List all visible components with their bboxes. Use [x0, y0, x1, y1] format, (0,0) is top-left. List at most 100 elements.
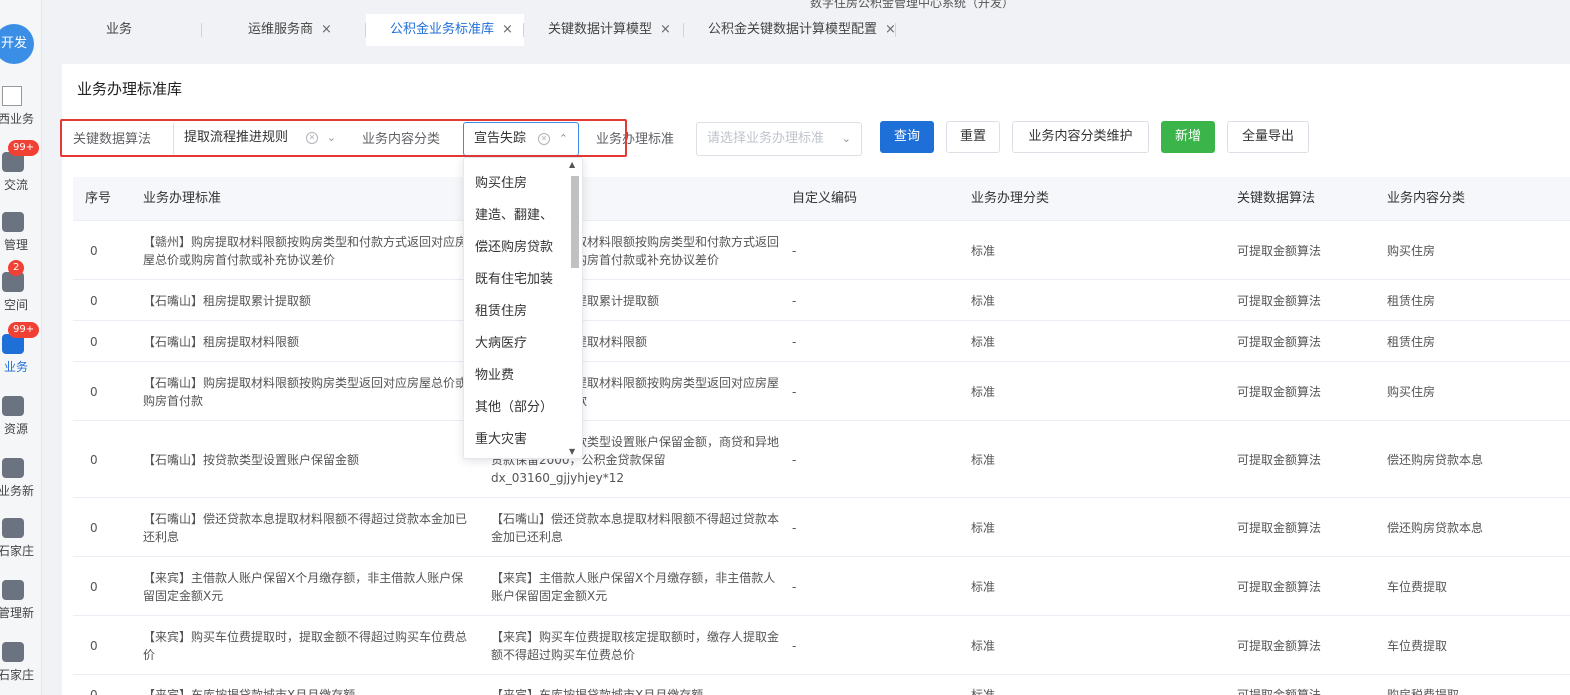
dropdown-option[interactable]: 建造、翻建、 [475, 204, 559, 223]
left-rail: 开发 西业务 交流 99+ 管理 空间 2 业务 99+ 资源 业务新 石家庄 管理新 石家庄 [0, 0, 42, 695]
chevron-down-icon: ⌄ [841, 132, 851, 145]
tab[interactable]: 业务 [42, 14, 202, 46]
table-row[interactable]: 0【石嘴山】租房提取累计提取额【石嘴山】租房提取累计提取额-标准可提取金额算法租… [73, 280, 1570, 321]
table-row[interactable]: 0 【赣州】购房提取材料限额按购房类型和付款方式返回对应房屋总价或购房首付款或补充… [73, 221, 1570, 280]
column-header[interactable]: 业务内容分类 [1387, 177, 1465, 221]
rail-item[interactable]: 资源 [0, 396, 40, 437]
app-icon [2, 212, 24, 232]
table-row[interactable]: 0 【来宾】车库按揭贷款城市X月月缴存额 【来宾】车库按揭贷款城市X月月缴存额 - 标准… [73, 675, 1570, 695]
rail-item[interactable]: 交流 99+ [0, 140, 40, 193]
table-cell: 0 [90, 335, 98, 349]
tab[interactable]: 运维服务商 × [202, 14, 366, 46]
table-cell: 【石嘴山】偿还贷款本息提取材料限额不得超过贷款本金加已还利息 [491, 512, 780, 544]
column-header[interactable]: 业务办理分类 [971, 177, 1049, 221]
close-icon[interactable]: × [321, 14, 332, 46]
rail-item[interactable]: 业务 99+ [0, 322, 40, 375]
close-icon[interactable]: × [502, 14, 513, 46]
tab[interactable]: 公积金关键数据计算模型配置 × [684, 14, 896, 46]
table-cell: 偿还购房贷款本息 [1387, 453, 1484, 467]
table-cell: 0 [90, 453, 98, 467]
export-all-button[interactable]: 全量导出 [1227, 121, 1309, 153]
app-icon [2, 518, 24, 538]
dropdown-option[interactable]: 租赁住房 [475, 300, 559, 319]
column-header[interactable]: 自定义编码 [792, 177, 857, 221]
app-icon [2, 580, 24, 600]
rail-item[interactable]: 石家庄 [0, 518, 40, 559]
notification-badge: 99+ [8, 140, 40, 156]
table-cell: 【来宾】车库按揭贷款城市X月月缴存额 [491, 688, 704, 695]
table-cell: 可提取金额算法 [1237, 335, 1322, 349]
table-cell: 车位费提取 [1387, 639, 1448, 653]
tab[interactable]: 公积金业务标准库 × [366, 14, 524, 46]
filter-bar: 关键数据算法 提取流程推进规则 ✕ ⌄ 业务内容分类 宣告失踪 ✕ ⌃ 业务办理… [60, 119, 1570, 158]
table-cell: 可提取金额算法 [1237, 244, 1322, 258]
app-root: 数字住房公积金管理中心系统（开发） 开发 西业务 交流 99+ 管理 空间 2 业务 99+ 资… [0, 0, 1570, 695]
close-icon[interactable]: × [660, 14, 671, 46]
table-cell: 租赁住房 [1387, 335, 1436, 349]
table-row[interactable]: 0【石嘴山】租房提取材料限额【石嘴山】租房提取材料限额-标准可提取金额算法租赁住… [73, 321, 1570, 362]
table-cell: - [792, 639, 797, 653]
dropdown-option[interactable]: 偿还购房贷款 [475, 236, 559, 255]
dropdown-option[interactable]: 其他（部分） [475, 396, 559, 415]
dropdown-option[interactable]: 既有住宅加装 [475, 268, 559, 287]
scrollbar-thumb[interactable] [571, 176, 579, 268]
table-cell: 标准 [971, 385, 996, 399]
algorithm-select[interactable]: 提取流程推进规则 ✕ ⌄ [173, 122, 346, 156]
table-cell: - [792, 385, 797, 399]
table-cell: - [792, 294, 797, 308]
table-row[interactable]: 0 【来宾】购买车位费提取时，提取金额不得超过购买车位费总价 【来宾】购买车位费提取… [73, 616, 1570, 675]
clear-icon[interactable]: ✕ [538, 133, 550, 145]
clear-icon[interactable]: ✕ [306, 132, 318, 144]
table-cell: 购买住房 [1387, 385, 1436, 399]
table-cell: 0 [90, 688, 98, 695]
rail-item[interactable]: 石家庄 [0, 642, 40, 683]
table-cell: 标准 [971, 580, 996, 594]
dropdown-option[interactable]: 物业费 [475, 364, 559, 383]
rail-item[interactable]: 空间 2 [0, 260, 40, 313]
table-cell: 可提取金额算法 [1237, 385, 1322, 399]
table-cell: 标准 [971, 521, 996, 535]
table-cell: 【来宾】购买车位费提取核定提取额时，缴存人提取金额不得超过购买车位费总价 [491, 630, 780, 662]
table-row[interactable]: 0 【石嘴山】购房提取材料限额按购房类型返回对应房屋总价或购房首付款 【石嘴山】购房… [73, 362, 1570, 421]
category-dropdown: ▲ ▼ 购买住房建造、翻建、 偿还购房贷款 既有住宅加装 租赁住房大病医疗物业费其他（… [463, 157, 583, 459]
scroll-up-icon[interactable]: ▲ [569, 160, 575, 169]
table-cell: 0 [90, 244, 98, 258]
table-cell: 标准 [971, 244, 996, 258]
table-cell: - [792, 521, 797, 535]
standard-placeholder: 请选择业务办理标准 [707, 131, 825, 146]
rail-item[interactable]: 业务新 [0, 458, 40, 499]
column-header[interactable]: 序号 [85, 177, 111, 221]
table-cell: 偿还购房贷款本息 [1387, 521, 1484, 535]
dropdown-option[interactable]: 重大灾害 [475, 428, 559, 447]
table-row[interactable]: 0 【来宾】主借款人账户保留X个月缴存额，非主借款人账户保留固定金额X元 【来宾】主… [73, 557, 1570, 616]
table-cell: 标准 [971, 294, 996, 308]
tab-strip: 业务 运维服务商 × 公积金业务标准库 × 关键数据计算模型 × 公积金关键数据计算模型配置 × [42, 14, 1570, 46]
column-header[interactable]: 业务办理标准 [143, 177, 221, 221]
rail-item-label: 西业务 [0, 112, 34, 126]
table-cell: 购买住房 [1387, 244, 1436, 258]
reset-button[interactable]: 重置 [946, 121, 1000, 153]
dropdown-option[interactable]: 大病医疗 [475, 332, 559, 351]
rail-item[interactable]: 管理新 [0, 580, 40, 621]
table-cell: 0 [90, 580, 98, 594]
category-maintain-button[interactable]: 业务内容分类维护 [1012, 121, 1149, 153]
dropdown-option[interactable]: 购买住房 [475, 172, 559, 191]
scroll-down-icon[interactable]: ▼ [569, 447, 575, 456]
dev-avatar[interactable]: 开发 [0, 24, 34, 64]
standard-select[interactable]: 请选择业务办理标准 ⌄ [696, 122, 862, 156]
table-cell: 【石嘴山】购房提取材料限额按购房类型返回对应房屋总价或购房首付款 [143, 376, 468, 408]
table-row[interactable]: 0 【石嘴山】偿还贷款本息提取材料限额不得超过贷款本金加已还利息 【石嘴山】偿还贷款… [73, 498, 1570, 557]
window-title: 数字住房公积金管理中心系统（开发） [810, 0, 1015, 10]
rail-item[interactable]: 管理 [0, 212, 40, 253]
query-button[interactable]: 查询 [880, 121, 934, 153]
dropdown-scrollbar[interactable]: ▲ ▼ [568, 160, 580, 456]
rail-item[interactable]: 西业务 [0, 110, 40, 127]
category-select[interactable]: 宣告失踪 ✕ ⌃ [463, 122, 579, 156]
category-value: 宣告失踪 [474, 131, 527, 146]
table-cell: 【石嘴山】按贷款类型设置账户保留金额 [143, 453, 360, 467]
add-button[interactable]: 新增 [1161, 121, 1215, 153]
table-cell: - [792, 453, 797, 467]
table-row[interactable]: 0 【石嘴山】按贷款类型设置账户保留金额 【石嘴山】按贷款类型设置账户保留金额，商贷… [73, 421, 1570, 498]
tab[interactable]: 关键数据计算模型 × [524, 14, 684, 46]
column-header[interactable]: 关键数据算法 [1237, 177, 1315, 221]
